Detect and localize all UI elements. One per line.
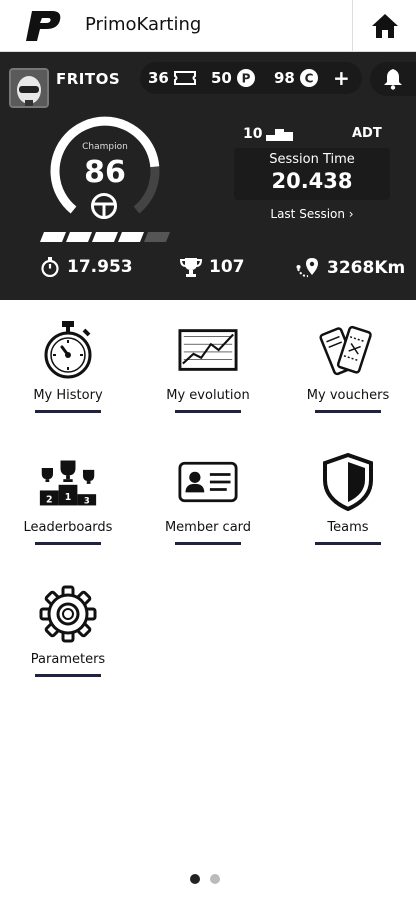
bell-icon: [384, 69, 402, 90]
route-pin-icon: [296, 258, 318, 278]
my-vouchers-button[interactable]: My vouchers: [288, 310, 408, 420]
tickets-icon: [318, 320, 378, 380]
trophy-icon: [180, 258, 202, 277]
best-lap-stat: 17.953: [40, 257, 133, 277]
podium-icon: 1 2 3: [38, 452, 98, 512]
credits-icon: C: [299, 69, 318, 87]
points-icon: P: [236, 69, 255, 87]
steering-wheel-icon: [91, 193, 117, 219]
profile-panel: FRITOS 36 50 P 98 C + Champion 86 10 ADT…: [0, 52, 416, 300]
username: FRITOS: [56, 70, 121, 88]
last-session-link[interactable]: Last Session ›: [234, 207, 390, 221]
page-dot-active[interactable]: [190, 874, 200, 884]
tile-underline: [315, 542, 381, 545]
my-history-button[interactable]: My History: [8, 310, 128, 420]
leaderboards-button[interactable]: 1 2 3 Leaderboards: [8, 442, 128, 552]
svg-text:3: 3: [84, 496, 90, 506]
svg-text:C: C: [304, 72, 313, 86]
home-icon: [371, 14, 398, 38]
svg-text:P: P: [241, 72, 250, 86]
my-evolution-label: My evolution: [166, 388, 250, 403]
primo-p-logo: [26, 11, 61, 41]
app-title: PrimoKarting: [85, 14, 202, 35]
parameters-label: Parameters: [30, 652, 106, 667]
points-balance[interactable]: 50 P: [211, 69, 255, 87]
helmet-icon: [11, 70, 47, 106]
member-card-button[interactable]: Member card: [148, 442, 268, 552]
ticket-icon: [173, 71, 196, 85]
credits-count: 98: [274, 69, 295, 87]
notifications-button[interactable]: [370, 62, 416, 96]
gear-icon: [38, 584, 98, 644]
rank-value: 10: [243, 126, 263, 142]
leaderboards-label: Leaderboards: [23, 520, 113, 535]
session-time-value: 20.438: [271, 169, 353, 193]
level-bar-segment: [118, 232, 144, 242]
page-dot-inactive[interactable]: [210, 874, 220, 884]
tile-underline: [35, 410, 101, 413]
level-bar-segment: [144, 232, 170, 242]
stopwatch-small-icon: [41, 257, 59, 277]
avatar[interactable]: [9, 68, 49, 108]
level-bar-segment: [40, 232, 66, 242]
session-rank: 10: [243, 126, 294, 142]
line-chart-icon: [178, 320, 238, 380]
svg-text:2: 2: [46, 495, 53, 506]
my-evolution-button[interactable]: My evolution: [148, 310, 268, 420]
top-bar: PrimoKarting: [0, 0, 416, 52]
parameters-button[interactable]: Parameters: [8, 574, 128, 684]
level-bar-segment: [92, 232, 118, 242]
credits-balance[interactable]: 98 C: [274, 69, 318, 87]
member-card-label: Member card: [164, 520, 252, 535]
level-value: 86: [84, 155, 126, 190]
distance-stat: 3268Km: [296, 257, 405, 279]
tile-underline: [315, 410, 381, 413]
distance-value: 3268Km: [327, 258, 406, 278]
my-vouchers-label: My vouchers: [306, 388, 390, 403]
teams-label: Teams: [327, 520, 369, 535]
level-bar-segment: [66, 232, 92, 242]
best-lap-value: 17.953: [67, 257, 133, 277]
tile-underline: [175, 410, 241, 413]
level-progress-bars: [40, 232, 170, 242]
podium-small-icon: [266, 129, 294, 141]
svg-text:1: 1: [65, 492, 72, 503]
level-label: Champion: [82, 142, 128, 152]
id-card-icon: [178, 452, 238, 512]
trophies-value: 107: [209, 257, 245, 277]
stopwatch-icon: [38, 320, 98, 380]
add-credits-button[interactable]: +: [333, 66, 350, 90]
home-button[interactable]: [352, 0, 416, 52]
tile-underline: [35, 674, 101, 677]
page-indicator: [190, 874, 220, 884]
my-history-label: My History: [33, 388, 103, 403]
trophies-stat: 107: [180, 257, 245, 277]
tile-underline: [175, 542, 241, 545]
tile-underline: [35, 542, 101, 545]
teams-button[interactable]: Teams: [288, 442, 408, 552]
tickets-count: 36: [148, 69, 169, 87]
track-name: ADT: [352, 126, 382, 141]
points-count: 50: [211, 69, 232, 87]
session-time-label: Session Time: [269, 152, 355, 167]
shield-icon: [318, 452, 378, 512]
tickets-balance[interactable]: 36: [148, 69, 196, 87]
